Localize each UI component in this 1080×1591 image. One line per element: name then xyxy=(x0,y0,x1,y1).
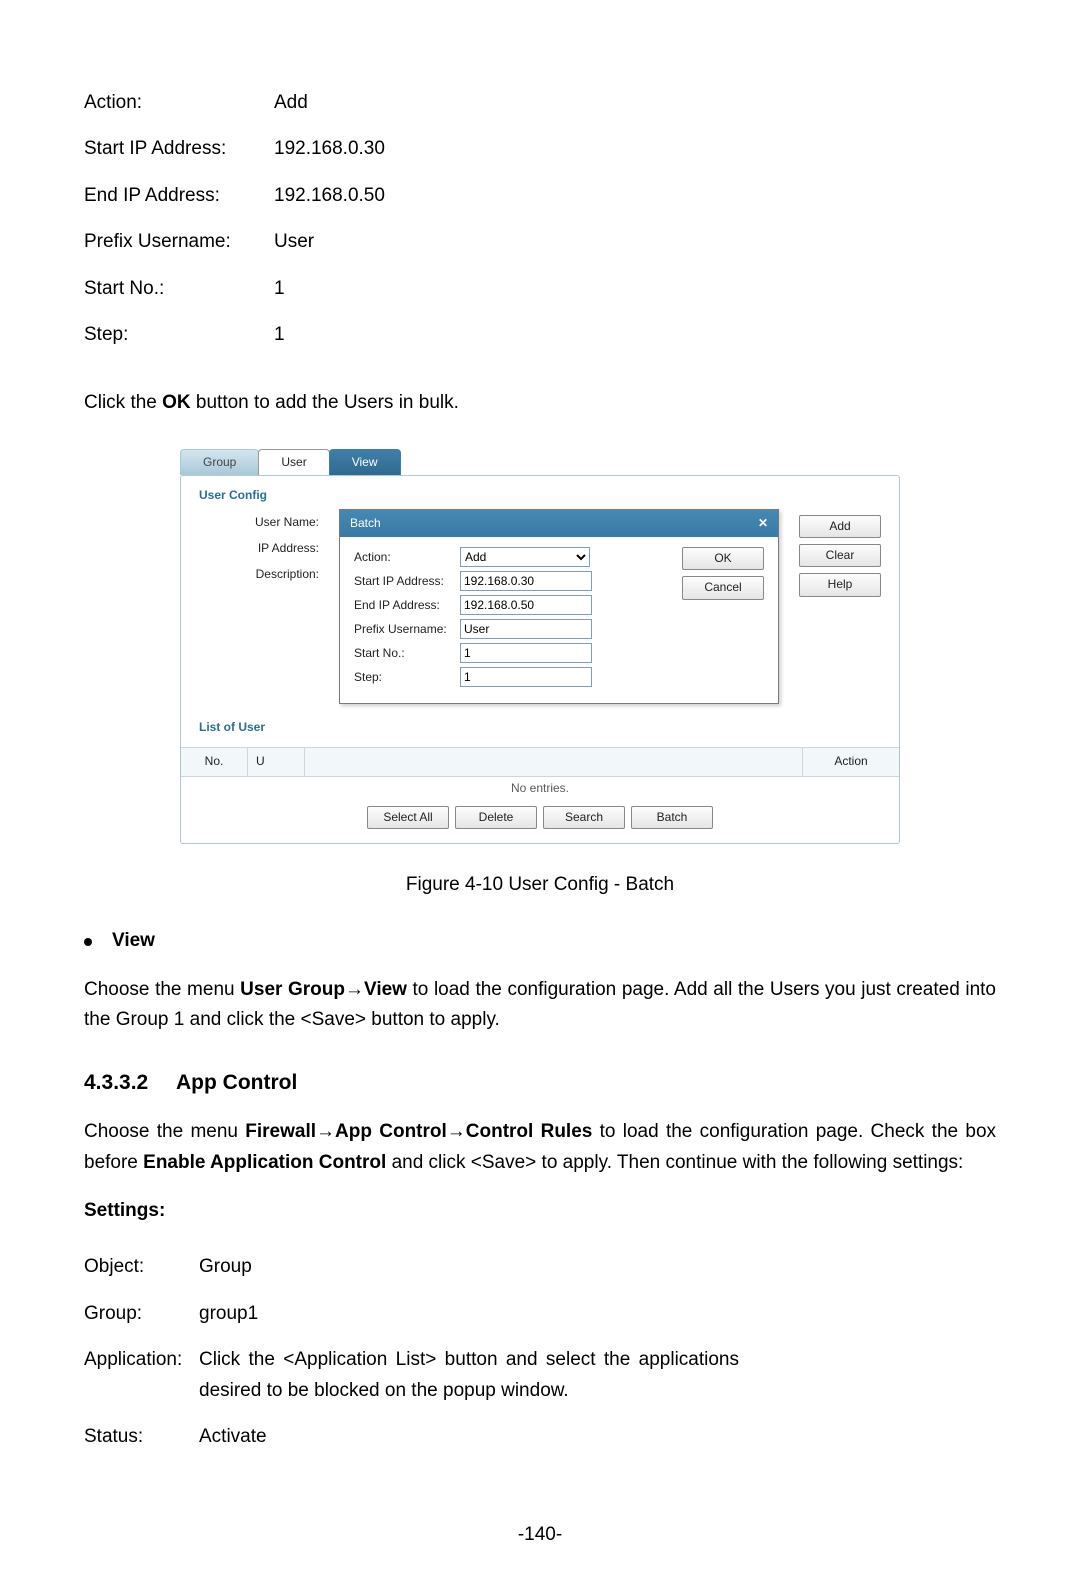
settings-val-application: Click the <Application List> button and … xyxy=(199,1337,739,1414)
popup-select-action[interactable]: Add xyxy=(460,547,590,567)
app-control-paragraph: Choose the menu Firewall→App Control→Con… xyxy=(84,1117,996,1178)
clear-button[interactable]: Clear xyxy=(799,544,881,567)
settings-key-group: Group: xyxy=(84,1291,199,1337)
popup-input-end-ip[interactable] xyxy=(460,595,592,615)
ac-bold1: Firewall→App Control→Control Rules xyxy=(245,1121,592,1142)
value-end-ip: 192.168.0.50 xyxy=(274,173,385,219)
list-empty: No entries. xyxy=(181,777,899,806)
settings-key-object: Object: xyxy=(84,1244,199,1290)
add-button[interactable]: Add xyxy=(799,515,881,538)
settings-val-object: Group xyxy=(199,1244,739,1290)
col-action: Action xyxy=(803,748,899,775)
col-no: No. xyxy=(181,748,248,775)
left-labels: User Name: IP Address: Description: xyxy=(199,509,319,704)
label-end-ip: End IP Address: xyxy=(84,173,274,219)
value-step: 1 xyxy=(274,312,385,358)
label-step: Step: xyxy=(84,312,274,358)
view-text-bold: User Group→View xyxy=(240,979,407,1000)
view-paragraph: Choose the menu User Group→View to load … xyxy=(84,975,996,1036)
label-start-no: Start No.: xyxy=(84,266,274,312)
settings-val-status: Activate xyxy=(199,1414,739,1460)
popup-title-text: Batch xyxy=(350,514,381,533)
tab-bar: Group User View xyxy=(180,449,900,475)
bottom-buttons: Select All Delete Search Batch xyxy=(181,806,899,829)
instruction-bold: OK xyxy=(162,392,191,413)
heading-number: 4.3.3.2 xyxy=(84,1066,176,1100)
batch-button[interactable]: Batch xyxy=(631,806,713,829)
heading-title: App Control xyxy=(176,1071,297,1094)
panel-body: User Config User Name: IP Address: Descr… xyxy=(180,475,900,844)
page-number: -140- xyxy=(84,1520,996,1550)
instruction-post: button to add the Users in bulk. xyxy=(191,392,459,413)
bullet-label: View xyxy=(112,926,155,956)
delete-button[interactable]: Delete xyxy=(455,806,537,829)
batch-params-list: Action: Add Start IP Address: 192.168.0.… xyxy=(84,80,385,358)
close-icon[interactable]: ✕ xyxy=(758,514,768,533)
section-user-config: User Config xyxy=(181,476,899,509)
popup-label-end-ip: End IP Address: xyxy=(354,596,460,615)
settings-table: Object: Group Group: group1 Application:… xyxy=(84,1244,739,1460)
settings-key-application: Application: xyxy=(84,1337,199,1414)
list-header: No. U Action xyxy=(181,747,899,776)
side-buttons: Add Clear Help xyxy=(799,509,881,704)
cancel-button[interactable]: Cancel xyxy=(682,576,764,599)
value-start-no: 1 xyxy=(274,266,385,312)
popup-label-action: Action: xyxy=(354,548,460,567)
search-button[interactable]: Search xyxy=(543,806,625,829)
popup-label-prefix-user: Prefix Username: xyxy=(354,620,460,639)
tab-view[interactable]: View xyxy=(329,449,401,475)
section-list-of-user: List of User xyxy=(181,704,899,741)
view-text-pre: Choose the menu xyxy=(84,979,240,1000)
figure-user-config-batch: Group User View User Config User Name: I… xyxy=(180,449,900,844)
popup-label-start-ip: Start IP Address: xyxy=(354,572,460,591)
popup-input-prefix-user[interactable] xyxy=(460,619,592,639)
popup-input-start-ip[interactable] xyxy=(460,571,592,591)
popup-input-step[interactable] xyxy=(460,667,592,687)
label-user-name: User Name: xyxy=(199,509,319,535)
heading-app-control: 4.3.3.2App Control xyxy=(84,1066,996,1100)
label-action: Action: xyxy=(84,80,274,126)
ac-post: and click <Save> to apply. Then continue… xyxy=(386,1152,963,1173)
popup-buttons: OK Cancel xyxy=(682,547,764,691)
value-action: Add xyxy=(274,80,385,126)
ac-bold2: Enable Application Control xyxy=(143,1152,386,1173)
value-prefix-username: User xyxy=(274,219,385,265)
tab-user[interactable]: User xyxy=(258,449,329,475)
bullet-icon xyxy=(84,938,92,946)
bullet-view: View xyxy=(84,926,996,956)
instruction-pre: Click the xyxy=(84,392,162,413)
help-button[interactable]: Help xyxy=(799,573,881,596)
label-description: Description: xyxy=(199,561,319,587)
figure-caption: Figure 4-10 User Config - Batch xyxy=(84,870,996,900)
label-start-ip: Start IP Address: xyxy=(84,126,274,172)
ok-button[interactable]: OK xyxy=(682,547,764,570)
label-ip-address: IP Address: xyxy=(199,535,319,561)
settings-key-status: Status: xyxy=(84,1414,199,1460)
instruction-text: Click the OK button to add the Users in … xyxy=(84,388,996,418)
col-user: U xyxy=(248,748,305,775)
tab-group[interactable]: Group xyxy=(180,449,259,475)
batch-popup: Batch ✕ Action: Add Star xyxy=(339,509,779,704)
ac-pre: Choose the menu xyxy=(84,1121,245,1142)
settings-label: Settings: xyxy=(84,1196,996,1226)
label-prefix-username: Prefix Username: xyxy=(84,219,274,265)
select-all-button[interactable]: Select All xyxy=(367,806,449,829)
value-start-ip: 192.168.0.30 xyxy=(274,126,385,172)
settings-val-group: group1 xyxy=(199,1291,739,1337)
popup-input-start-no[interactable] xyxy=(460,643,592,663)
popup-label-step: Step: xyxy=(354,668,460,687)
popup-titlebar: Batch ✕ xyxy=(340,510,778,537)
popup-label-start-no: Start No.: xyxy=(354,644,460,663)
